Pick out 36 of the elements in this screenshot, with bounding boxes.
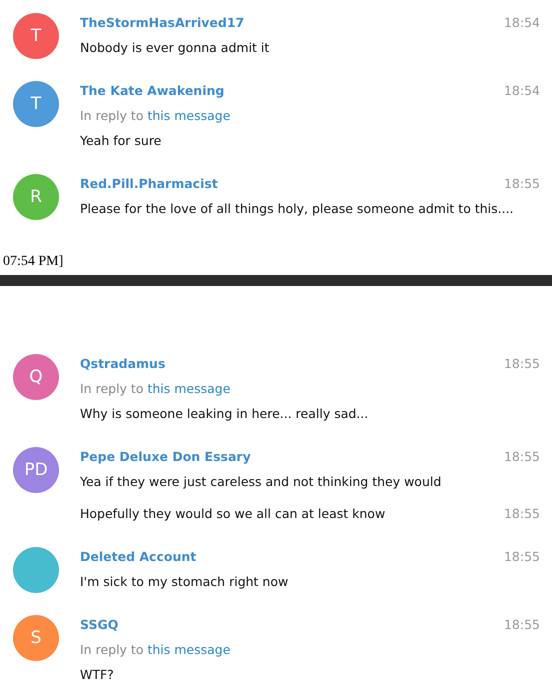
message-text: I'm sick to my stomach right now <box>80 574 288 589</box>
reply-label: In reply to <box>80 642 144 657</box>
message-text: WTF? <box>80 667 114 682</box>
avatar: S <box>13 615 59 661</box>
sender-name[interactable]: Qstradamus <box>80 356 166 371</box>
avatar: PD <box>13 447 59 493</box>
reply-label: In reply to <box>80 381 144 396</box>
reply-label: In reply to <box>80 108 144 123</box>
message-time: 18:55 <box>504 549 540 564</box>
message-time: 18:55 <box>504 449 540 464</box>
message-time: 18:55 <box>504 617 540 632</box>
message-time: 18:55 <box>504 506 540 521</box>
message-time: 18:55 <box>504 356 540 371</box>
sender-name[interactable]: The Kate Awakening <box>80 83 224 98</box>
reply-link[interactable]: this message <box>147 108 230 123</box>
message-text: Yea if they were just careless and not thinking they would <box>80 474 442 489</box>
message-text: Nobody is ever gonna admit it <box>80 40 270 55</box>
message-time: 18:55 <box>504 176 540 191</box>
sender-name[interactable]: Pepe Deluxe Don Essary <box>80 449 251 464</box>
sender-name[interactable]: TheStormHasArrived17 <box>80 15 244 30</box>
avatar: Q <box>13 354 59 400</box>
message-time: 18:54 <box>504 83 540 98</box>
avatar: T <box>13 81 59 127</box>
message-text: Hopefully they would so we all can at least know <box>80 506 386 521</box>
sender-name[interactable]: SSGQ <box>80 617 118 632</box>
message-text: Please for the love of all things holy, please someone admit to this.... <box>80 201 514 216</box>
avatar: R <box>13 174 59 220</box>
avatar: T <box>13 13 59 59</box>
message-time: 18:54 <box>504 15 540 30</box>
message-text: Yeah for sure <box>80 133 162 148</box>
sender-name[interactable]: Deleted Account <box>80 549 196 564</box>
reply-link[interactable]: this message <box>147 381 230 396</box>
message-text: Why is someone leaking in here... really sad... <box>80 406 368 421</box>
reply-link[interactable]: this message <box>147 642 230 657</box>
sender-name[interactable]: Red.Pill.Pharmacist <box>80 176 218 191</box>
timestamp-caption: 07:54 PM] <box>2 253 64 271</box>
